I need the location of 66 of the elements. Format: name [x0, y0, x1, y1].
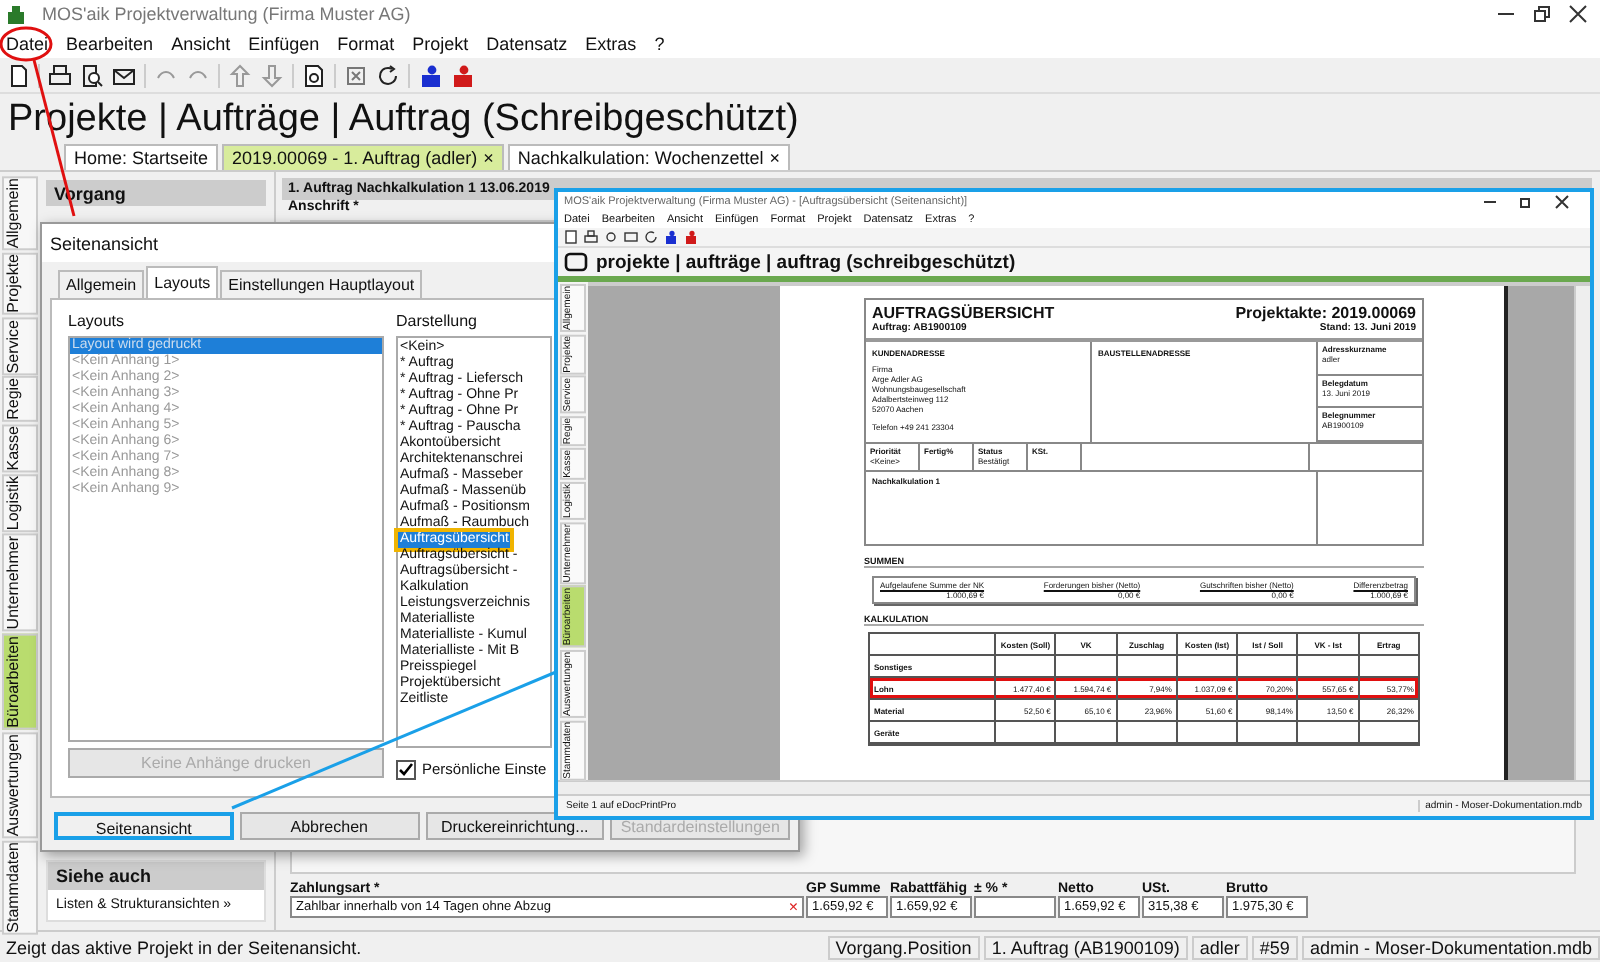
restore-icon[interactable] [1518, 194, 1534, 210]
menu-item[interactable]: ? [654, 33, 665, 53]
side-tab[interactable]: Regie [2, 376, 38, 423]
side-tab[interactable]: Büroarbeiten [2, 634, 38, 730]
display-list[interactable] [396, 336, 552, 748]
side-tab[interactable]: Service [2, 317, 38, 375]
dialog-tab[interactable]: Einstellungen Hauptlayout [220, 270, 423, 298]
document-icon [564, 252, 588, 272]
person-icon[interactable] [418, 63, 442, 87]
dialog-tab[interactable]: Allgemein [58, 270, 145, 298]
panel-header[interactable]: Siehe auch [48, 862, 264, 890]
printer-icon[interactable] [48, 63, 72, 87]
dialog-button[interactable]: Seitenansicht [54, 812, 234, 840]
close-icon[interactable] [1554, 194, 1570, 210]
status-field: admin - Moser-Dokumentation.mdb [1301, 935, 1600, 959]
menu-item[interactable]: Einfügen [248, 33, 320, 53]
list-label: Layouts [68, 312, 127, 330]
document-tab[interactable]: Nachkalkulation: Wochenzettel × [507, 144, 791, 170]
print-preview-icon[interactable] [604, 230, 618, 244]
menu-item[interactable]: Datensatz [486, 33, 568, 53]
side-tab[interactable]: Projekte [2, 252, 38, 315]
side-tab[interactable]: Stammdaten [2, 840, 38, 935]
status-message: Zeigt das aktive Projekt in der Seitenansicht. [4, 937, 364, 957]
window-title: MOS'aik Projektverwaltung (Firma Muster AG) [42, 4, 411, 24]
app-icon [6, 4, 26, 24]
clear-button[interactable]: × [788, 898, 798, 916]
document-title: AUFTRAGSÜBERSICHT [872, 304, 1055, 322]
document-search-icon[interactable] [302, 63, 326, 87]
side-tab[interactable]: Allgemein [2, 176, 38, 251]
side-tab[interactable]: Kasse [2, 424, 38, 473]
menu-item[interactable]: Projekt [412, 33, 469, 53]
status-field: adler [1191, 935, 1248, 959]
refresh-icon[interactable] [376, 63, 400, 87]
status-field: 1. Auftrag (AB1900109) [983, 935, 1188, 959]
document-tab[interactable]: Home: Startseite [64, 144, 219, 170]
menu-item[interactable]: Datei [6, 33, 49, 53]
status-field: #59 [1251, 935, 1298, 959]
restore-icon[interactable] [1532, 4, 1552, 24]
document-tab[interactable]: 2019.00069 - 1. Auftrag (adler) × [222, 144, 504, 170]
side-tab[interactable]: Unternehmer [2, 534, 38, 633]
dialog-button[interactable]: Abbrechen [239, 812, 419, 840]
menu-item[interactable]: Ansicht [171, 33, 231, 53]
envelope-icon[interactable] [112, 63, 136, 87]
dialog-button[interactable]: Druckereinrichtung... [425, 812, 605, 840]
printer-icon[interactable] [584, 230, 598, 244]
project-number: Projektakte: 2019.00069 [1235, 304, 1416, 322]
checkbox[interactable] [396, 759, 416, 779]
person-icon[interactable] [664, 230, 678, 244]
refresh-icon[interactable] [644, 230, 658, 244]
menu-item[interactable]: Bearbeiten [66, 33, 154, 53]
close-icon[interactable] [1568, 4, 1588, 24]
side-tab[interactable]: Logistik [2, 474, 38, 533]
scrollbar[interactable] [1574, 286, 1590, 780]
dialog-tab[interactable]: Layouts [146, 266, 219, 298]
person-icon[interactable] [450, 63, 474, 87]
side-tab[interactable]: Auswertungen [2, 731, 38, 839]
menu-item[interactable]: Extras [585, 33, 637, 53]
status-field: Vorgang.Position [827, 935, 980, 959]
menu-item[interactable]: Format [337, 33, 395, 53]
x-box-icon[interactable] [344, 63, 368, 87]
new-page-icon[interactable] [6, 63, 30, 87]
print-preview-icon[interactable] [80, 63, 104, 87]
scrollbar[interactable] [558, 780, 1590, 794]
person-icon[interactable] [684, 230, 698, 244]
list-label: Darstellung [396, 312, 479, 330]
amount-field[interactable] [974, 896, 1056, 918]
